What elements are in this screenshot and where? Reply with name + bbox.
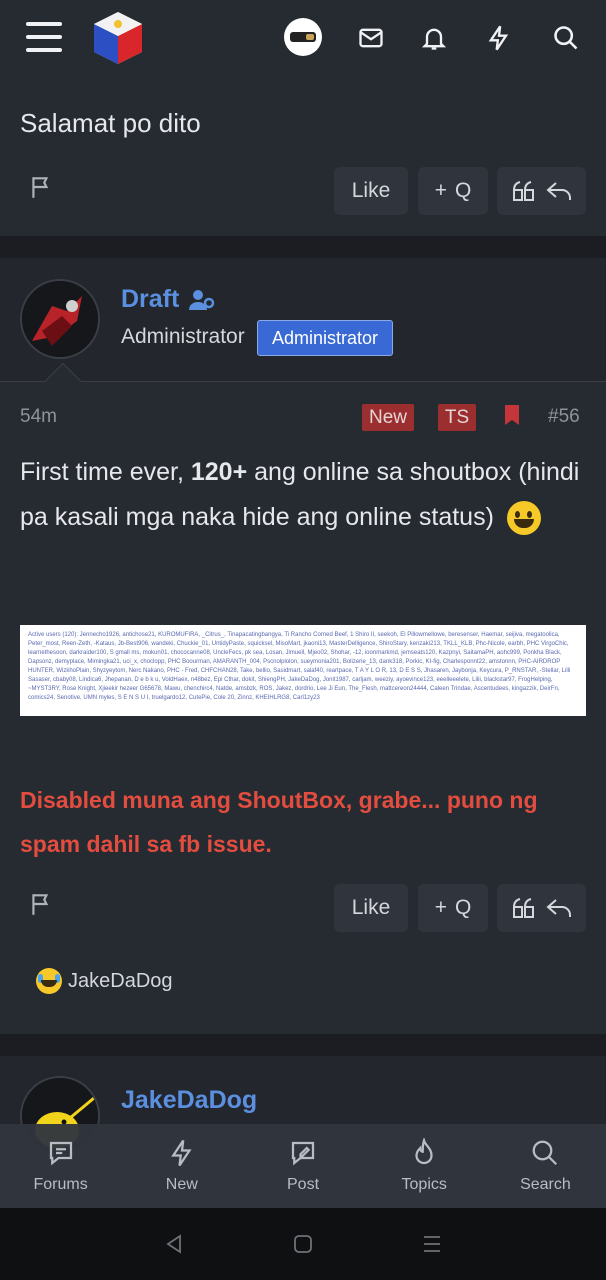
plus-icon: + [434, 179, 447, 202]
home-icon[interactable] [291, 1232, 315, 1256]
like-label: Like [351, 896, 391, 919]
nav-new[interactable]: New [121, 1124, 242, 1208]
bottom-nav: Forums New Post Topics Search [0, 1124, 606, 1208]
envelope-icon[interactable] [355, 22, 387, 54]
like-label: Like [351, 179, 391, 202]
flame-icon [415, 1138, 433, 1165]
user-avatar[interactable] [284, 18, 322, 56]
post-separator [0, 236, 606, 258]
nav-forums[interactable]: Forums [0, 1124, 121, 1208]
forums-icon [49, 1141, 72, 1166]
multiquote-button[interactable]: + Q [418, 884, 488, 932]
quote-label: Q [454, 896, 472, 919]
report-flag-icon[interactable] [28, 891, 54, 917]
plus-icon: + [434, 896, 447, 919]
search-icon [533, 1140, 558, 1166]
reaction-user[interactable]: JakeDaDog [68, 970, 173, 993]
grinning-emoji-icon [506, 501, 541, 536]
bolt-icon [170, 1139, 192, 1167]
post-timestamp[interactable]: 54m [20, 406, 57, 428]
quote-reply-button[interactable] [497, 884, 586, 932]
username[interactable]: JakeDaDog [121, 1086, 257, 1115]
quote-icon [512, 898, 534, 918]
back-icon[interactable] [162, 1232, 186, 1256]
top-bar [0, 0, 606, 78]
multiquote-button[interactable]: + Q [418, 167, 488, 215]
quote-reply-button[interactable] [497, 167, 586, 215]
bookmark-icon[interactable] [504, 404, 520, 426]
reply-icon [545, 899, 571, 917]
quote-icon [512, 181, 534, 201]
nav-topics[interactable]: Topics [364, 1124, 485, 1208]
post-body-text: Salamat po dito [20, 108, 201, 138]
bolt-icon[interactable] [483, 22, 515, 54]
like-button[interactable]: Like [334, 167, 408, 215]
site-logo[interactable] [88, 8, 148, 68]
staff-user-icon [189, 290, 215, 311]
reaction-summary[interactable]: JakeDaDog [36, 968, 173, 994]
report-flag-icon[interactable] [28, 174, 54, 200]
shoutbox-screenshot[interactable]: Active users (120): Jennecho1926, antich… [20, 625, 586, 716]
bell-icon[interactable] [418, 22, 450, 54]
nav-post[interactable]: Post [242, 1124, 363, 1208]
hamburger-icon[interactable] [26, 22, 62, 52]
nav-label: Post [287, 1176, 320, 1193]
system-nav-bar [0, 1208, 606, 1280]
ts-tag: TS [438, 404, 476, 431]
nav-label: Forums [33, 1176, 88, 1193]
reply-icon [545, 182, 571, 200]
post-body: First time ever, 120+ ang online sa shou… [20, 450, 580, 540]
header-divider [0, 381, 606, 382]
post-icon [291, 1141, 315, 1166]
role-badge: Administrator [257, 320, 393, 356]
quote-label: Q [454, 179, 472, 202]
nav-search[interactable]: Search [485, 1124, 606, 1208]
nav-label: Search [520, 1176, 571, 1193]
nav-label: Topics [401, 1176, 447, 1193]
recents-icon[interactable] [420, 1232, 444, 1256]
avatar[interactable] [20, 279, 100, 359]
nav-label: New [165, 1176, 198, 1193]
announcement-text: Disabled muna ang ShoutBox, grabe... pun… [20, 787, 538, 857]
username[interactable]: Draft [121, 285, 216, 314]
search-icon[interactable] [550, 22, 582, 54]
new-tag: New [362, 404, 414, 431]
laughing-emoji-icon [36, 968, 62, 994]
post-number[interactable]: #56 [548, 406, 580, 428]
like-button[interactable]: Like [334, 884, 408, 932]
post-separator [0, 1034, 606, 1056]
user-title: Administrator [121, 325, 245, 348]
